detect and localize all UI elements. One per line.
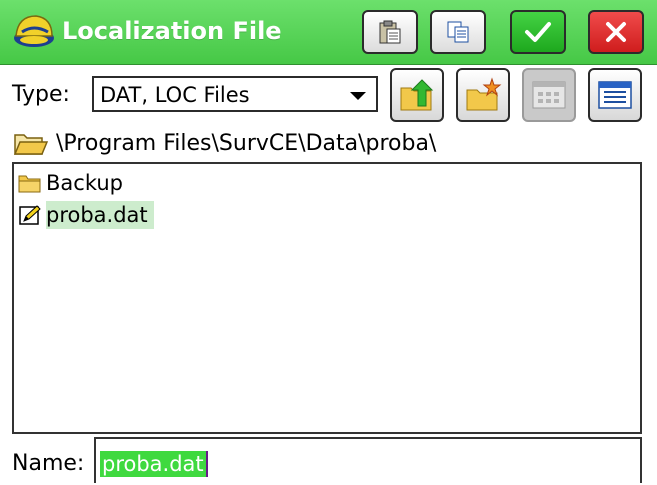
- copy-icon: [447, 21, 469, 43]
- folder-icon: [18, 175, 41, 193]
- list-view-icon: [532, 81, 566, 109]
- close-icon: [606, 22, 626, 42]
- surveyor-helmet-icon: [14, 15, 54, 47]
- list-item-backup[interactable]: Backup: [18, 168, 129, 198]
- cancel-button[interactable]: [588, 10, 644, 54]
- text-caret: [206, 451, 208, 477]
- copy-button[interactable]: [430, 10, 486, 54]
- file-name: Backup: [46, 171, 123, 195]
- new-folder-button[interactable]: [456, 68, 510, 122]
- file-type-value: DAT, LOC Files: [100, 83, 250, 107]
- folder-up-button[interactable]: [390, 68, 444, 122]
- path-text: \Program Files\SurvCE\Data\proba\: [56, 131, 437, 156]
- paste-icon: [379, 20, 401, 44]
- file-name-input[interactable]: proba.dat: [94, 437, 642, 483]
- open-folder-icon: [14, 134, 48, 155]
- details-view-button[interactable]: [588, 68, 642, 122]
- file-name-value: proba.dat: [100, 451, 206, 477]
- type-label: Type:: [12, 82, 70, 107]
- window-title: Localization File: [62, 17, 282, 45]
- file-type-dropdown[interactable]: DAT, LOC Files: [92, 76, 378, 112]
- ok-button[interactable]: [510, 10, 566, 54]
- dropdown-arrow-icon: [350, 92, 366, 100]
- edit-file-icon: [19, 205, 41, 225]
- details-view-icon: [598, 81, 632, 109]
- folder-up-icon: [400, 79, 434, 111]
- file-name: proba.dat: [46, 201, 154, 229]
- new-folder-icon: [466, 77, 502, 111]
- list-view-button[interactable]: [522, 68, 576, 122]
- checkmark-icon: [525, 22, 551, 42]
- name-label: Name:: [12, 451, 85, 476]
- paste-button[interactable]: [362, 10, 418, 54]
- list-item-proba-dat[interactable]: proba.dat: [18, 200, 154, 230]
- file-list[interactable]: Backup proba.dat: [12, 162, 642, 434]
- title-bar: Localization File: [0, 0, 657, 65]
